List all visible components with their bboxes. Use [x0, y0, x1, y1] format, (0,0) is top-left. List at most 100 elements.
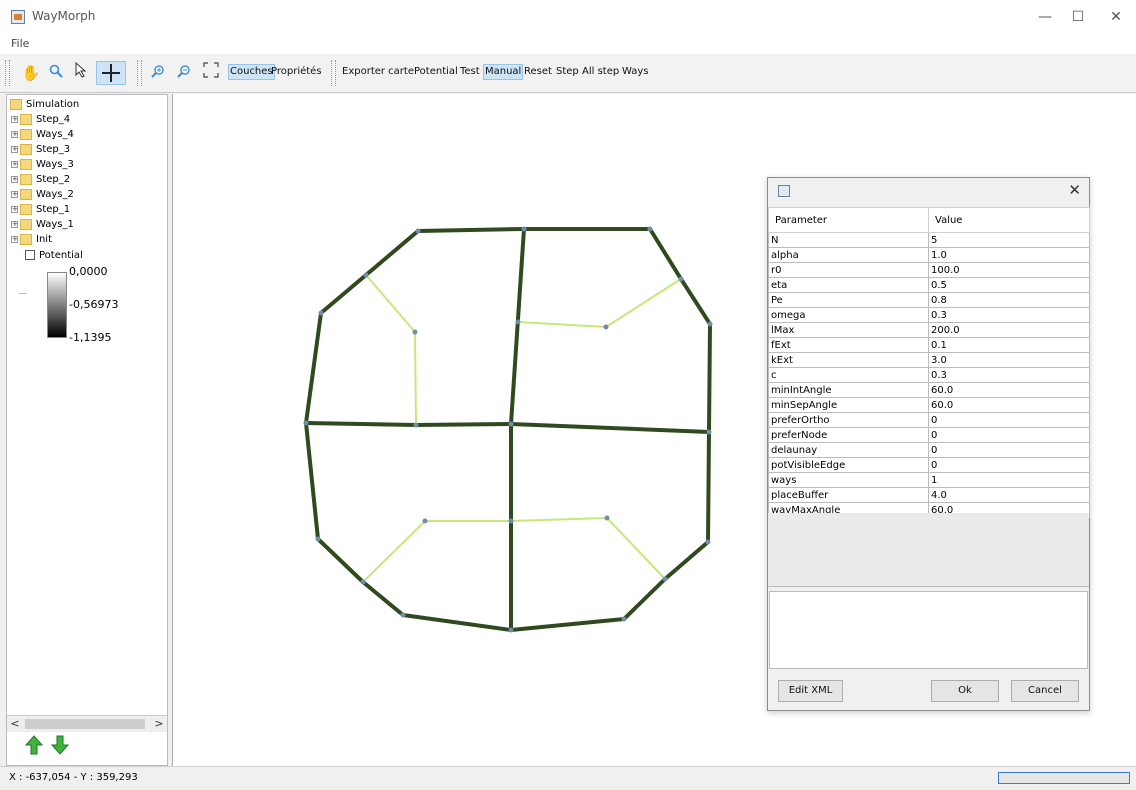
table-row[interactable]: alpha 1.0: [768, 247, 1090, 263]
scroll-thumb[interactable]: [25, 719, 145, 729]
cancel-button[interactable]: Cancel: [1011, 680, 1079, 702]
param-value[interactable]: 1: [928, 472, 1090, 488]
param-value[interactable]: 0.8: [928, 292, 1090, 308]
node: [621, 616, 627, 622]
toolbar-grip[interactable]: [331, 60, 336, 86]
tree-item-label: Init: [36, 234, 52, 245]
param-value[interactable]: 0: [928, 457, 1090, 473]
potential-layer[interactable]: Potential: [25, 248, 83, 263]
expand-icon[interactable]: +: [11, 160, 18, 168]
step-button[interactable]: Step: [556, 65, 579, 79]
zoom-out-icon[interactable]: [173, 62, 195, 84]
table-row[interactable]: potVisibleEdge 0: [768, 457, 1090, 473]
exporter-carte-button[interactable]: Exporter carte: [342, 65, 414, 79]
param-value[interactable]: 0.5: [928, 277, 1090, 293]
toolbar-grip[interactable]: [137, 60, 142, 86]
scroll-right-icon[interactable]: >: [151, 716, 167, 732]
table-row[interactable]: minSepAngle 60.0: [768, 397, 1090, 413]
menu-file[interactable]: File: [11, 37, 29, 50]
xml-text-area[interactable]: [769, 591, 1088, 669]
close-icon[interactable]: ✕: [1068, 181, 1081, 199]
column-header-value[interactable]: Value: [928, 207, 1090, 233]
minimize-icon[interactable]: —: [1033, 8, 1057, 26]
table-row[interactable]: Pe 0.8: [768, 292, 1090, 308]
tree-item-ways-3[interactable]: + Ways_3: [11, 157, 74, 172]
table-row[interactable]: preferOrtho 0: [768, 412, 1090, 428]
hand-icon[interactable]: ✋: [20, 62, 42, 84]
tree-item-step-3[interactable]: + Step_3: [11, 142, 70, 157]
test-button[interactable]: Test: [460, 65, 480, 79]
maximize-icon[interactable]: ☐: [1066, 8, 1090, 26]
expand-icon[interactable]: +: [11, 190, 18, 198]
tab-proprietes[interactable]: Propriétés: [271, 65, 322, 79]
expand-icon[interactable]: +: [11, 175, 18, 183]
tree-item-ways-2[interactable]: + Ways_2: [11, 187, 74, 202]
tree-item-step-4[interactable]: + Step_4: [11, 112, 70, 127]
expand-icon[interactable]: +: [11, 130, 18, 138]
close-icon[interactable]: ✕: [1104, 8, 1128, 26]
fit-extent-icon[interactable]: [200, 62, 222, 84]
param-value[interactable]: 0: [928, 412, 1090, 428]
pointer-arrow-icon[interactable]: [70, 61, 92, 84]
potential-button[interactable]: Potential: [414, 65, 458, 79]
way-line: [365, 274, 417, 426]
move-down-icon[interactable]: [50, 735, 70, 758]
crosshair-icon[interactable]: [96, 61, 126, 85]
tree-item-step-2[interactable]: + Step_2: [11, 172, 70, 187]
param-value[interactable]: 0: [928, 442, 1090, 458]
param-value[interactable]: 3.0: [928, 352, 1090, 368]
table-row[interactable]: omega 0.3: [768, 307, 1090, 323]
move-up-icon[interactable]: [24, 735, 44, 758]
folder-icon: [20, 173, 32, 185]
param-value[interactable]: 100.0: [928, 262, 1090, 278]
table-row[interactable]: fExt 0.1: [768, 337, 1090, 353]
table-row[interactable]: preferNode 0: [768, 427, 1090, 443]
table-row[interactable]: minIntAngle 60.0: [768, 382, 1090, 398]
table-row[interactable]: r0 100.0: [768, 262, 1090, 278]
manual-button[interactable]: Manual: [483, 64, 524, 80]
param-value[interactable]: 60.0: [928, 382, 1090, 398]
scroll-left-icon[interactable]: <: [7, 716, 23, 732]
table-row[interactable]: lMax 200.0: [768, 322, 1090, 338]
ways-button[interactable]: Ways: [622, 65, 649, 79]
table-row[interactable]: kExt 3.0: [768, 352, 1090, 368]
tab-couches[interactable]: Couches: [228, 64, 275, 80]
toolbar-grip[interactable]: [5, 60, 10, 86]
expand-icon[interactable]: +: [11, 205, 18, 213]
param-value[interactable]: 4.0: [928, 487, 1090, 503]
param-value[interactable]: 0.1: [928, 337, 1090, 353]
magnifier-icon[interactable]: [45, 62, 67, 84]
tree-horizontal-scrollbar[interactable]: < >: [7, 715, 167, 732]
folder-icon: [20, 158, 32, 170]
table-row[interactable]: N5: [768, 232, 1090, 248]
param-value[interactable]: 5: [928, 232, 1090, 248]
zoom-in-icon[interactable]: [147, 62, 169, 84]
potential-checkbox[interactable]: [25, 250, 35, 260]
expand-icon[interactable]: +: [11, 220, 18, 228]
expand-icon[interactable]: +: [11, 145, 18, 153]
tree-item-ways-1[interactable]: + Ways_1: [11, 217, 74, 232]
ok-button[interactable]: Ok: [931, 680, 999, 702]
all-step-button[interactable]: All step: [582, 65, 619, 79]
tree-item-init[interactable]: + Init: [11, 232, 52, 247]
tree-item-step-1[interactable]: + Step_1: [11, 202, 70, 217]
expand-icon[interactable]: +: [11, 115, 18, 123]
param-value[interactable]: 0: [928, 427, 1090, 443]
param-value[interactable]: 1.0: [928, 247, 1090, 263]
param-value[interactable]: 0.3: [928, 307, 1090, 323]
param-value[interactable]: 200.0: [928, 322, 1090, 338]
node: [707, 321, 713, 327]
table-row[interactable]: eta 0.5: [768, 277, 1090, 293]
table-row[interactable]: delaunay 0: [768, 442, 1090, 458]
table-row[interactable]: ways 1: [768, 472, 1090, 488]
edit-xml-button[interactable]: Edit XML: [778, 680, 843, 702]
table-row[interactable]: c 0.3: [768, 367, 1090, 383]
reset-button[interactable]: Reset: [524, 65, 552, 79]
table-row[interactable]: placeBuffer 4.0: [768, 487, 1090, 503]
param-value[interactable]: 60.0: [928, 397, 1090, 413]
tree-root[interactable]: Simulation: [10, 97, 79, 112]
column-header-parameter[interactable]: Parameter: [768, 207, 929, 233]
param-value[interactable]: 0.3: [928, 367, 1090, 383]
expand-icon[interactable]: +: [11, 235, 18, 243]
tree-item-ways-4[interactable]: + Ways_4: [11, 127, 74, 142]
